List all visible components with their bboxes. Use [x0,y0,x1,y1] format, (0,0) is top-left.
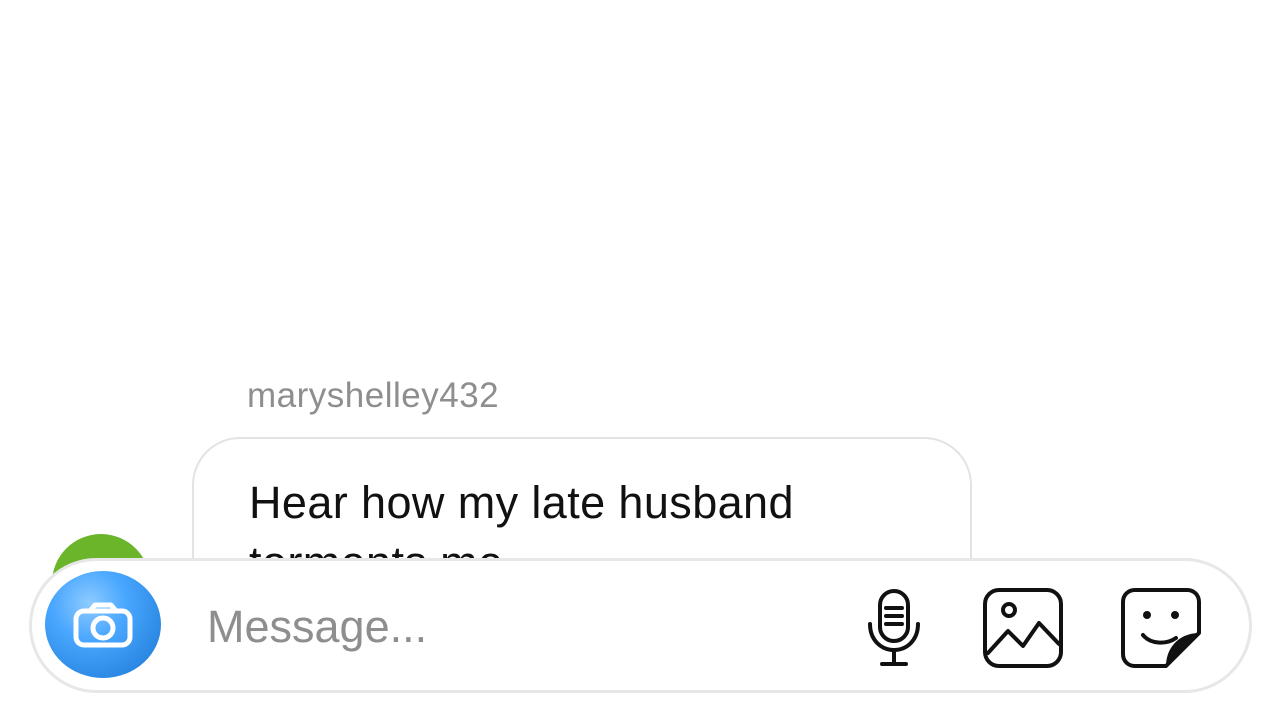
message-composer [29,558,1252,693]
gallery-button[interactable] [981,586,1065,670]
message-input[interactable] [207,587,767,667]
camera-button[interactable] [45,571,161,678]
voice-message-button[interactable] [852,586,936,670]
microphone-icon [868,589,920,666]
image-gallery-icon [983,588,1063,668]
camera-icon [73,602,133,647]
sender-username: maryshelley432 [247,376,500,415]
direct-message-screen: maryshelley432 Hear how my late husband … [0,0,1280,720]
sticker-button[interactable] [1119,586,1203,670]
sticker-icon [1121,588,1201,668]
